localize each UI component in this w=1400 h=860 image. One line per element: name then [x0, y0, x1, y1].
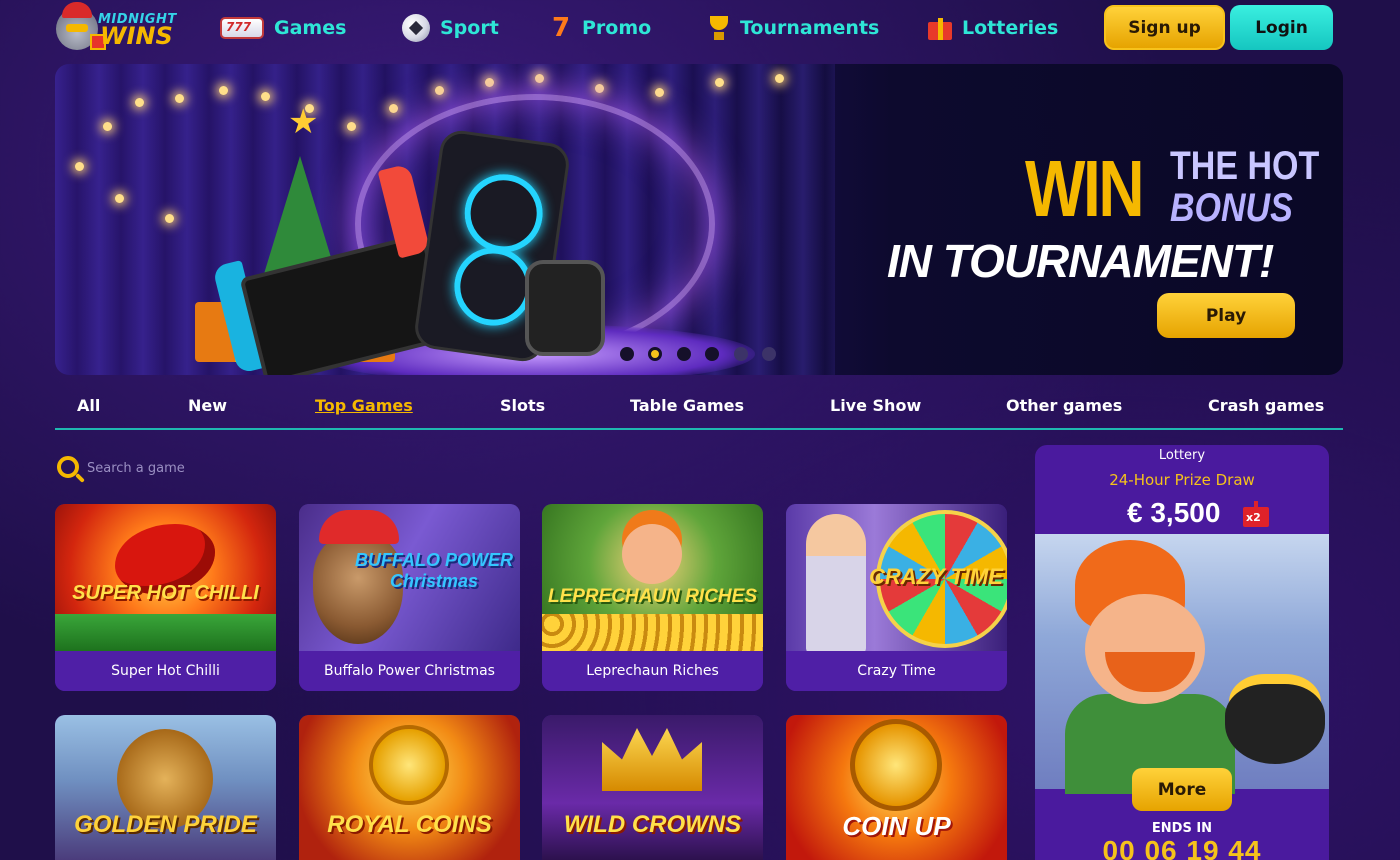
- tab-other-games[interactable]: Other games: [1006, 396, 1122, 415]
- game-art-title: BUFFALO POWER Christmas: [355, 550, 513, 591]
- carousel-dot[interactable]: [734, 347, 748, 361]
- nav-item-sport[interactable]: Sport: [402, 10, 499, 46]
- game-thumbnail: ROYAL COINS: [299, 715, 520, 860]
- banner-tournament: IN TOURNAMENT!: [887, 235, 1274, 287]
- tab-slots[interactable]: Slots: [500, 396, 545, 415]
- category-tabs: All New Top Games Slots Table Games Live…: [55, 386, 1343, 430]
- search-icon[interactable]: [57, 456, 79, 478]
- nav-item-label: Games: [274, 17, 347, 39]
- search-input[interactable]: [87, 454, 447, 482]
- slot-machine-icon: [220, 17, 264, 39]
- nav-item-tournaments[interactable]: Tournaments: [708, 10, 879, 46]
- game-thumbnail: BUFFALO POWER Christmas: [299, 504, 520, 651]
- game-title: Super Hot Chilli: [55, 651, 276, 691]
- carousel-dot[interactable]: [762, 347, 776, 361]
- more-button[interactable]: More: [1132, 768, 1232, 811]
- tab-top-games[interactable]: Top Games: [315, 396, 413, 415]
- banner-headline: WIN THE HOT BONUS: [1025, 144, 1325, 234]
- lottery-ends-label: ENDS IN: [1151, 821, 1213, 836]
- game-thumbnail: SUPER HOT CHILLI: [55, 504, 276, 654]
- game-search: [55, 450, 455, 486]
- game-art-title: SUPER HOT CHILLI: [72, 582, 259, 604]
- game-card[interactable]: WILD CROWNS: [542, 715, 763, 860]
- nav-item-label: Sport: [440, 17, 499, 39]
- nav-item-promo[interactable]: 7 Promo: [550, 10, 651, 46]
- soccer-ball-icon: [402, 14, 430, 42]
- game-thumbnail: COIN UP: [786, 715, 1007, 860]
- tab-table-games[interactable]: Table Games: [630, 396, 744, 415]
- trophy-icon: [708, 14, 730, 42]
- nav-item-label: Promo: [582, 17, 652, 39]
- carousel-dot[interactable]: [705, 347, 719, 361]
- smartwatch: [525, 260, 605, 356]
- lottery-countdown: 00 06 19 44: [1102, 835, 1262, 860]
- header: MIDNIGHT WINS Games Sport 7 Promo Tourna…: [0, 0, 1400, 56]
- carousel-dot-active[interactable]: [648, 347, 662, 361]
- carousel-dot[interactable]: [677, 347, 691, 361]
- lottery-label: Lottery: [1158, 448, 1206, 463]
- game-card[interactable]: GOLDEN PRIDE: [55, 715, 276, 860]
- play-button[interactable]: Play: [1157, 293, 1295, 338]
- game-card[interactable]: ROYAL COINS: [299, 715, 520, 860]
- banner-win: WIN: [1025, 144, 1145, 233]
- game-art-title: COIN UP: [842, 811, 951, 841]
- star-icon: ★: [288, 102, 319, 142]
- banner-bonus: BONUS: [1170, 186, 1293, 230]
- game-card[interactable]: SUPER HOT CHILLI Super Hot Chilli: [55, 504, 276, 691]
- logo-text-bottom: WINS: [100, 22, 173, 50]
- lottery-amount: € 3,500: [1127, 497, 1221, 528]
- signup-button[interactable]: Sign up: [1104, 5, 1225, 50]
- game-title: Leprechaun Riches: [542, 651, 763, 691]
- promo-banner[interactable]: ★ WIN THE HOT BONUS IN TOURNAMENT! Play: [55, 64, 1343, 375]
- nav-item-games[interactable]: Games: [220, 10, 346, 46]
- lottery-panel: Lottery 24-Hour Prize Draw € 3,500 x2 Mo…: [1035, 445, 1329, 860]
- game-card[interactable]: COIN UP: [786, 715, 1007, 860]
- login-button[interactable]: Login: [1230, 5, 1333, 50]
- tab-all[interactable]: All: [77, 396, 100, 415]
- brand-logo[interactable]: MIDNIGHT WINS: [56, 2, 178, 52]
- game-thumbnail: WILD CROWNS: [542, 715, 763, 860]
- tab-new[interactable]: New: [188, 396, 227, 415]
- lucky-seven-icon: 7: [551, 13, 571, 43]
- nav-item-lotteries[interactable]: Lotteries: [928, 10, 1058, 46]
- lottery-artwork: [1035, 534, 1329, 794]
- gift-icon: [928, 14, 952, 42]
- nav-item-label: Tournaments: [740, 17, 880, 39]
- game-card[interactable]: CRAZY TIME Crazy Time: [786, 504, 1007, 691]
- game-art-title: WILD CROWNS: [563, 811, 742, 838]
- game-title: Buffalo Power Christmas: [299, 651, 520, 691]
- game-thumbnail: CRAZY TIME: [786, 504, 1007, 654]
- nav-item-label: Lotteries: [962, 17, 1059, 39]
- game-art-title: GOLDEN PRIDE: [74, 811, 257, 838]
- banner-the-hot: THE HOT: [1170, 144, 1320, 188]
- game-title: Crazy Time: [786, 651, 1007, 691]
- lottery-draw-title: 24-Hour Prize Draw: [1109, 471, 1255, 489]
- game-art-title: LEPRECHAUN RICHES: [547, 586, 758, 607]
- lottery-multiplier: x2: [1246, 511, 1261, 524]
- game-thumbnail: LEPRECHAUN RICHES: [542, 504, 763, 654]
- game-card[interactable]: BUFFALO POWER Christmas Buffalo Power Ch…: [299, 504, 520, 691]
- game-thumbnail: GOLDEN PRIDE: [55, 715, 276, 860]
- game-art-title: CRAZY TIME: [868, 564, 1004, 589]
- game-art-title: ROYAL COINS: [327, 811, 492, 838]
- tab-live-show[interactable]: Live Show: [830, 396, 921, 415]
- tab-crash-games[interactable]: Crash games: [1208, 396, 1324, 415]
- game-card[interactable]: LEPRECHAUN RICHES Leprechaun Riches: [542, 504, 763, 691]
- carousel-dot[interactable]: [620, 347, 634, 361]
